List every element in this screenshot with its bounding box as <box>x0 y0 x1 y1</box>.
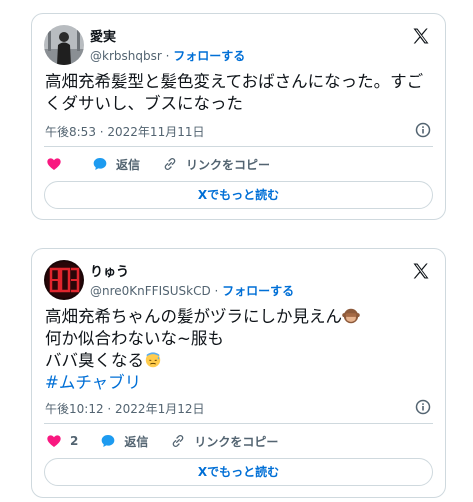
follow-button[interactable]: フォローする <box>173 49 245 63</box>
like-count: 2 <box>70 434 79 448</box>
link-icon <box>164 158 176 170</box>
read-more-button[interactable]: Xでもっと読む <box>44 181 433 209</box>
copy-link-label: リンクをコピー <box>186 157 271 172</box>
divider <box>44 423 433 424</box>
handle[interactable]: @krbshqbsr <box>90 49 162 63</box>
info-icon[interactable] <box>415 122 431 138</box>
tweet-card[interactable]: りゅう @nre0KnFFISUSkCD · フォローする 高畑充希ちゃんの髪が… <box>31 248 446 498</box>
downcast-sweat-face-icon <box>145 352 161 368</box>
heart-icon <box>47 435 61 447</box>
action-bar: 2 返信 リンクをコピー <box>46 431 300 451</box>
reply-bubble-icon <box>93 158 107 170</box>
tweet-text-line: くダサいし、ブスになった <box>45 94 243 113</box>
tweet-text-line: 何か似合わないな~服も <box>45 329 224 348</box>
tweet-card[interactable]: 愛実 @krbshqbsr · フォローする 高畑充希髪型と髪色変えておばさんに… <box>31 13 446 220</box>
handle[interactable]: @nre0KnFFISUSkCD <box>90 284 211 298</box>
reply-button[interactable]: 返信 <box>92 156 140 173</box>
link-icon <box>173 435 184 447</box>
separator: · <box>210 284 223 298</box>
copy-link-button[interactable]: リンクをコピー <box>162 156 270 173</box>
separator: · <box>161 49 174 63</box>
divider <box>44 146 433 147</box>
x-logo-icon[interactable] <box>411 261 431 281</box>
heart-icon <box>47 158 61 170</box>
follow-button[interactable]: フォローする <box>222 284 294 298</box>
handle-line: @krbshqbsr · フォローする <box>90 47 245 64</box>
tweet-text: 高畑充希髪型と髪色変えておばさんになった。すご くダサいし、ブスになった <box>45 71 437 115</box>
reply-button[interactable]: 返信 <box>100 433 148 450</box>
action-bar: 返信 リンクをコピー <box>46 154 292 174</box>
reply-label: 返信 <box>124 434 149 449</box>
tweet-text-line: 高畑充希髪型と髪色変えておばさんになった。すご <box>45 72 424 91</box>
x-logo-icon[interactable] <box>411 26 431 46</box>
avatar[interactable] <box>44 25 84 65</box>
tweet-text-line: ババ臭くなる <box>45 350 437 372</box>
timestamp[interactable]: 午後10:12 · 2022年1月12日 <box>45 400 204 417</box>
copy-link-button[interactable]: リンクをコピー <box>170 433 278 450</box>
display-name[interactable]: 愛実 <box>90 26 116 45</box>
copy-link-label: リンクをコピー <box>194 434 279 449</box>
info-icon[interactable] <box>415 399 431 415</box>
tweet-text: 高畑充希ちゃんの髪がヅラにしか見えん 何か似合わないな~服も ババ臭くなる #ム… <box>45 306 437 394</box>
hashtag-link[interactable]: #ムチャブリ <box>45 372 437 394</box>
tweet-text-line: 高畑充希ちゃんの髪がヅラにしか見えん <box>45 306 437 328</box>
like-button[interactable]: 2 <box>46 433 78 449</box>
timestamp[interactable]: 午後8:53 · 2022年11月11日 <box>45 123 204 140</box>
reply-label: 返信 <box>116 157 141 172</box>
display-name[interactable]: りゅう <box>90 261 129 280</box>
read-more-button[interactable]: Xでもっと読む <box>44 458 433 486</box>
handle-line: @nre0KnFFISUSkCD · フォローする <box>90 282 294 299</box>
avatar[interactable] <box>44 260 84 300</box>
see-no-evil-monkey-icon <box>342 308 360 324</box>
like-button[interactable] <box>46 156 70 172</box>
reply-bubble-icon <box>102 435 115 447</box>
